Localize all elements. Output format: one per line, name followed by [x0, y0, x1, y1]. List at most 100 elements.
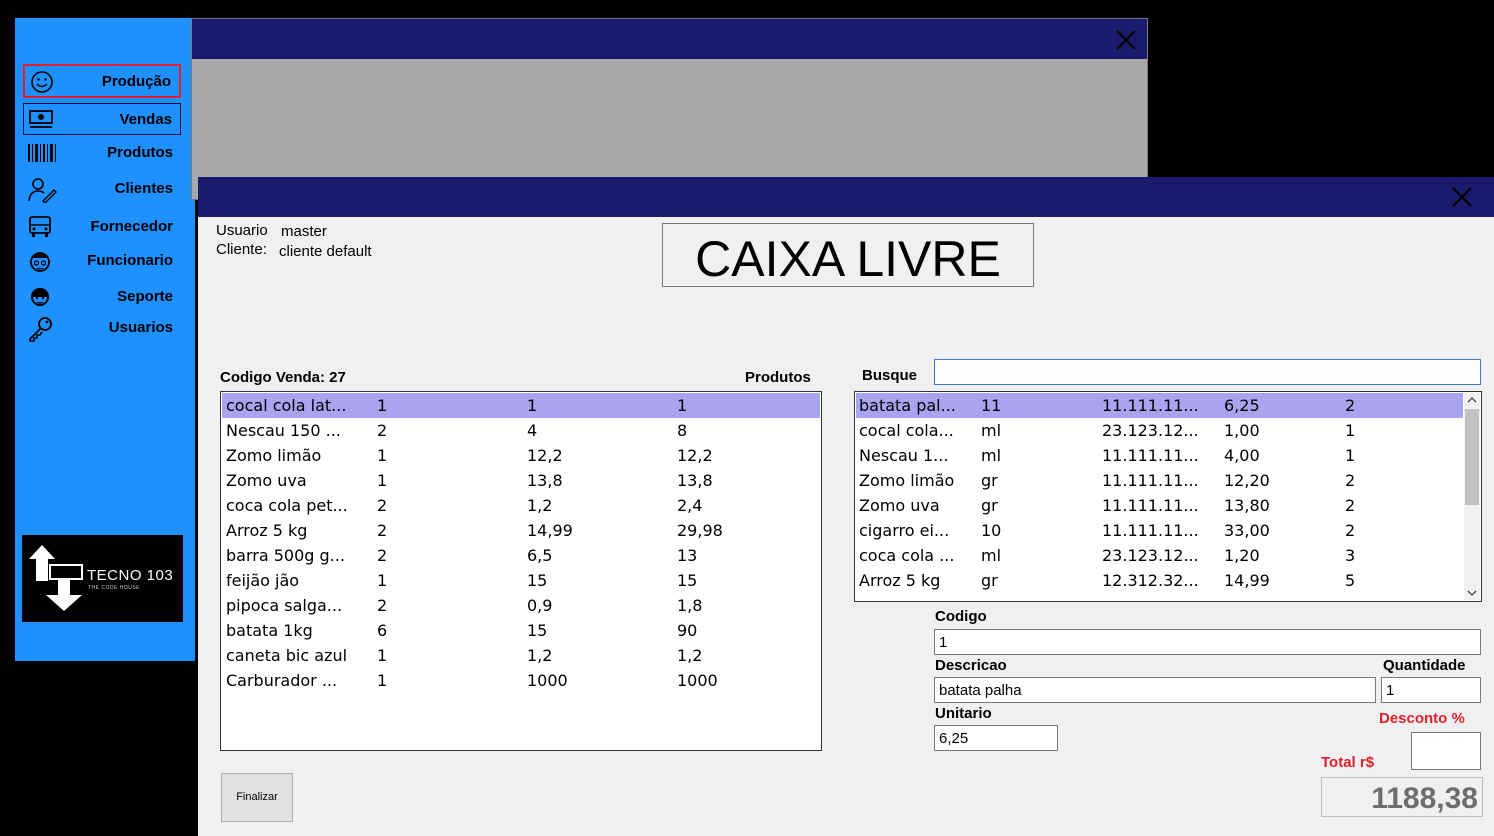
pdv-window-titlebar [198, 177, 1494, 217]
sidebar-item-seporte[interactable]: Seporte [23, 281, 181, 313]
product-row[interactable]: Zomo limão gr 11.111.11... 12,20 2 [856, 468, 1463, 493]
sidebar: Produção Vendas Produtos Clientes Fornec… [15, 18, 195, 661]
sidebar-item-funcionario[interactable]: Funcionario [23, 245, 181, 277]
usuario-label: Usuario [216, 222, 268, 239]
quantidade-field[interactable] [1381, 677, 1481, 703]
product-row[interactable]: Nescau 1... ml 11.111.11... 4,00 1 [856, 443, 1463, 468]
sale-item-cell: 14,99 [527, 521, 573, 540]
finalizar-button[interactable]: Finalizar [221, 773, 293, 822]
sale-item-cell: 1,8 [677, 596, 703, 615]
sidebar-item-producao[interactable]: Produção [23, 64, 181, 98]
product-cell: 4,00 [1224, 446, 1260, 465]
product-cell: 2 [1345, 471, 1356, 490]
sale-item-row[interactable]: feijão jão 1 15 15 [222, 568, 820, 593]
background-window [191, 18, 1148, 200]
product-cell: ml [981, 546, 1002, 565]
product-cell: cocal cola... [859, 421, 954, 440]
barcode-icon [27, 141, 56, 165]
codigo-label: Codigo [935, 608, 987, 625]
product-cell: ml [981, 446, 1002, 465]
desconto-label: Desconto % [1379, 710, 1465, 727]
product-cell: 33,00 [1224, 521, 1270, 540]
scrollbar-thumb[interactable] [1465, 409, 1479, 505]
sale-item-cell: Arroz 5 kg [226, 521, 308, 540]
product-row[interactable]: cocal cola... ml 23.123.12... 1,00 1 [856, 418, 1463, 443]
sidebar-item-usuarios[interactable]: Usuarios [23, 312, 181, 344]
background-window-titlebar [192, 19, 1147, 59]
sale-item-cell: 6 [377, 621, 388, 640]
product-cell: 2 [1345, 521, 1356, 540]
total-label: Total r$ [1321, 754, 1375, 771]
close-icon[interactable] [1114, 28, 1138, 52]
sale-item-cell: 13,8 [527, 471, 563, 490]
sale-item-cell: 1 [377, 646, 388, 665]
product-row[interactable]: Zomo uva gr 11.111.11... 13,80 2 [856, 493, 1463, 518]
product-cell: 11.111.11... [1102, 446, 1199, 465]
sale-item-row[interactable]: Carburador ... 1 1000 1000 [222, 668, 820, 693]
product-row[interactable]: batata pal... 11 11.111.11... 6,25 2 [856, 393, 1463, 418]
product-cell: ml [981, 421, 1002, 440]
usuario-value: master [281, 223, 327, 240]
sale-item-row[interactable]: cocal cola lat... 1 1 1 [222, 393, 820, 418]
scroll-down-icon[interactable] [1467, 589, 1477, 597]
sale-item-cell: 2 [377, 546, 388, 565]
scrollbar[interactable] [1464, 393, 1480, 600]
product-cell: Zomo limão [859, 471, 955, 490]
sidebar-item-fornecedor[interactable]: Fornecedor [23, 211, 181, 243]
cashier-status: CAIXA LIVRE [695, 231, 1001, 287]
desconto-field[interactable] [1411, 732, 1481, 770]
sale-item-cell: 6,5 [527, 546, 553, 565]
sidebar-item-clientes[interactable]: Clientes [23, 173, 181, 205]
descricao-field[interactable] [934, 677, 1376, 703]
product-cell: Nescau 1... [859, 446, 949, 465]
sale-item-row[interactable]: Zomo limão 1 12,2 12,2 [222, 443, 820, 468]
sidebar-item-produtos[interactable]: Produtos [23, 137, 181, 169]
sale-item-row[interactable]: coca cola pet... 2 1,2 2,4 [222, 493, 820, 518]
product-cell: 11.111.11... [1102, 396, 1199, 415]
product-row[interactable]: cigarro ei... 10 11.111.11... 33,00 2 [856, 518, 1463, 543]
close-icon[interactable] [1450, 185, 1474, 209]
sale-item-row[interactable]: batata 1kg 6 15 90 [222, 618, 820, 643]
cliente-label: Cliente: [216, 241, 267, 258]
unitario-field[interactable] [934, 725, 1058, 751]
product-row[interactable]: coca cola ... ml 23.123.12... 1,20 3 [856, 543, 1463, 568]
product-cell: gr [981, 496, 998, 515]
product-cell: cigarro ei... [859, 521, 950, 540]
sale-item-cell: 1 [377, 671, 388, 690]
products-list[interactable]: Arroz 5 kg gr 12.312.32... 14,99 5 coca cola … [854, 391, 1482, 602]
logo-tagline: THE CODE HOUSE [88, 585, 141, 591]
product-cell: 1 [1345, 421, 1356, 440]
sale-item-row[interactable]: barra 500g g... 2 6,5 13 [222, 543, 820, 568]
sale-item-cell: Carburador ... [226, 671, 338, 690]
product-cell: 2 [1345, 396, 1356, 415]
sale-item-cell: 1 [677, 396, 688, 415]
sale-item-row[interactable]: Arroz 5 kg 2 14,99 29,98 [222, 518, 820, 543]
sidebar-item-vendas[interactable]: Vendas [23, 103, 181, 135]
codigo-field[interactable] [934, 629, 1481, 655]
product-cell: 14,99 [1224, 571, 1270, 590]
sidebar-item-label: Seporte [117, 288, 173, 305]
sale-item-row[interactable]: pipoca salga... 2 0,9 1,8 [222, 593, 820, 618]
sidebar-item-label: Produção [101, 73, 171, 90]
sidebar-item-label: Vendas [119, 111, 172, 128]
sale-items-list[interactable]: cocal cola lat... 1 1 1 Nescau 150 ... 2 4 8 Zom… [220, 391, 822, 751]
sale-item-cell: 1,2 [677, 646, 703, 665]
sale-item-row[interactable]: Zomo uva 1 13,8 13,8 [222, 468, 820, 493]
product-cell: 2 [1345, 496, 1356, 515]
sale-item-cell: 8 [677, 421, 688, 440]
logo-name: TECNO 103 [87, 567, 174, 584]
sale-item-cell: 12,2 [527, 446, 563, 465]
sale-item-row[interactable]: Nescau 150 ... 2 4 8 [222, 418, 820, 443]
scroll-up-icon[interactable] [1467, 396, 1477, 404]
product-row[interactable]: Arroz 5 kg gr 12.312.32... 14,99 5 [856, 568, 1463, 593]
sidebar-item-label: Funcionario [87, 252, 173, 269]
search-input[interactable] [934, 359, 1481, 385]
sale-item-cell: 15 [527, 571, 548, 590]
product-cell: Arroz 5 kg [859, 571, 941, 590]
sale-item-cell: 1 [377, 571, 388, 590]
sale-item-cell: barra 500g g... [226, 546, 345, 565]
sale-item-cell: 1000 [677, 671, 718, 690]
sale-item-cell: pipoca salga... [226, 596, 343, 615]
sale-item-row[interactable]: caneta bic azul 1 1,2 1,2 [222, 643, 820, 668]
produtos-label: Produtos [745, 369, 811, 386]
